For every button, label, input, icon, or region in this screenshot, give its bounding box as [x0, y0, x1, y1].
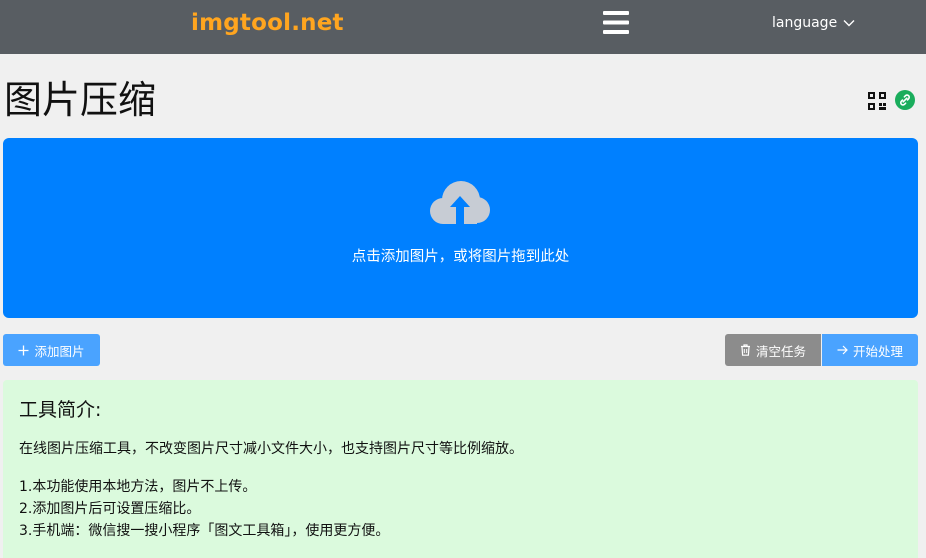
list-item: 2.添加图片后可设置压缩比。 — [19, 501, 201, 517]
add-image-label: 添加图片 — [34, 343, 85, 359]
trash-icon — [740, 344, 750, 356]
clear-tasks-label: 清空任务 — [755, 343, 806, 359]
intro-feature-list: 1.本功能使用本地方法，图片不上传。 2.添加图片后可设置压缩比。 3.手机端：… — [19, 476, 389, 542]
arrow-right-icon — [837, 345, 848, 355]
add-image-button[interactable]: 添加图片 — [3, 334, 100, 366]
top-navigation-bar: imgtool.net language — [0, 0, 926, 54]
language-label: language — [772, 15, 838, 31]
language-selector[interactable]: language — [772, 15, 855, 31]
list-item: 3.手机端：微信搜一搜小程序「图文工具箱」，使用更方便。 — [19, 523, 390, 539]
start-processing-button[interactable]: 开始处理 — [822, 334, 918, 366]
intro-title: 工具简介: — [19, 399, 102, 421]
page-title: 图片压缩 — [4, 78, 157, 122]
chevron-down-icon — [843, 20, 855, 27]
intro-description: 在线图片压缩工具，不改变图片尺寸减小文件大小，也支持图片尺寸等比例缩放。 — [19, 441, 523, 457]
plus-icon — [18, 345, 29, 355]
start-processing-label: 开始处理 — [852, 343, 903, 359]
site-logo[interactable]: imgtool.net — [191, 10, 344, 36]
list-item: 1.本功能使用本地方法，图片不上传。 — [19, 479, 257, 495]
cloud-upload-icon — [428, 178, 492, 234]
clear-tasks-button[interactable]: 清空任务 — [725, 334, 821, 366]
hamburger-menu-icon[interactable] — [603, 11, 629, 38]
link-icon[interactable] — [895, 90, 915, 114]
qr-code-icon[interactable] — [868, 92, 886, 114]
dropzone-instructions: 点击添加图片，或将图片拖到此处 — [351, 249, 570, 265]
